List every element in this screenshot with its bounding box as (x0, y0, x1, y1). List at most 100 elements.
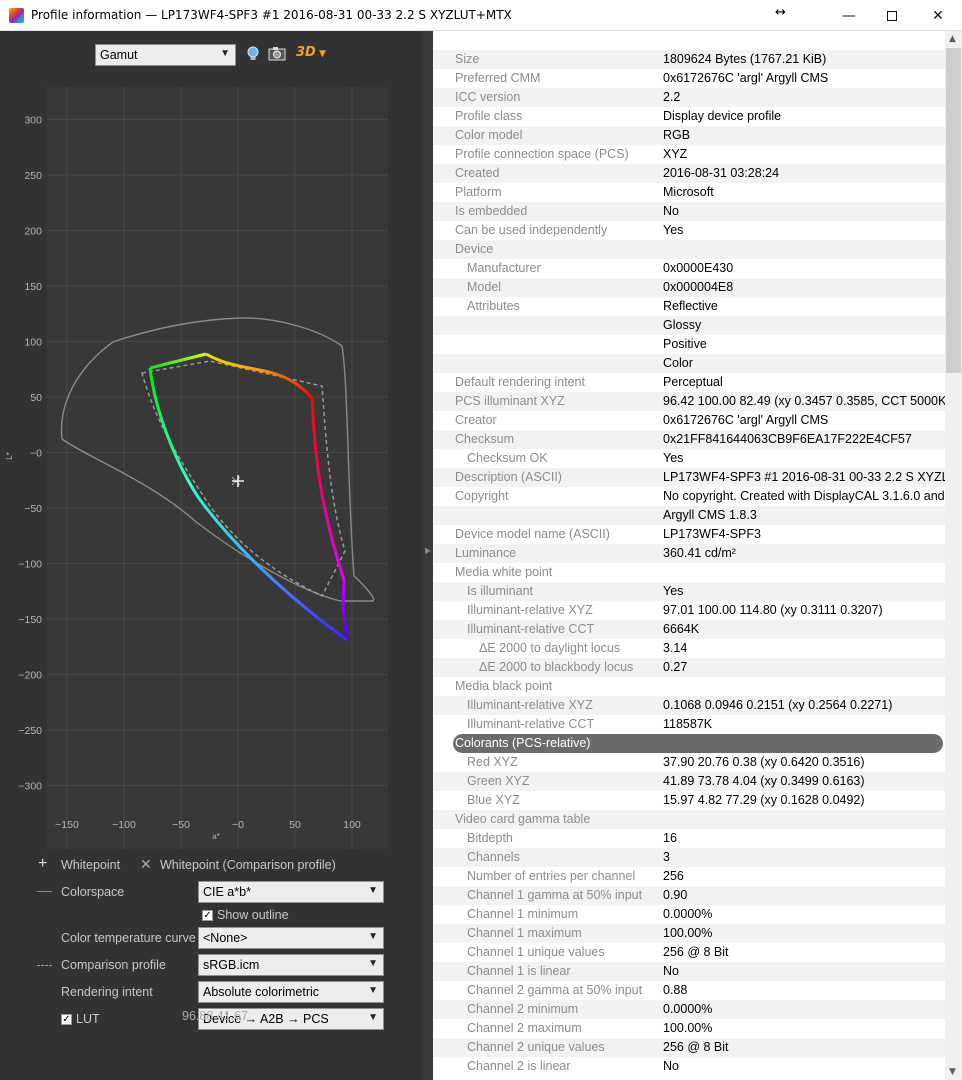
vertical-scrollbar[interactable]: ▲ ▼ (945, 31, 962, 1080)
info-key: Device model name (ASCII) (455, 527, 610, 541)
info-row: Illuminant-relative CCT 118587K (433, 715, 945, 734)
colorspace-label: Colorspace (61, 885, 125, 899)
info-row: Default rendering intent Perceptual (433, 373, 945, 392)
y-tick-label: 200 (24, 226, 42, 238)
info-key: Illuminant-relative CCT (467, 717, 595, 731)
chevron-down-icon: ▼ (368, 985, 378, 996)
maximize-button[interactable] (869, 0, 915, 31)
x-tick-label: −150 (55, 819, 79, 831)
panel-splitter[interactable]: ▶ (422, 31, 433, 1080)
info-row: Channel 2 minimum 0.0000% (433, 1000, 945, 1019)
info-key: Red XYZ (467, 755, 518, 769)
info-value: 0x21FF841644063CB9F6EA17F222E4CF57 (663, 432, 912, 446)
info-row: Is illuminant Yes (433, 582, 945, 601)
info-value: 0x6172676C 'argl' Argyll CMS (663, 413, 829, 427)
info-key: Channel 1 unique values (467, 945, 605, 959)
info-key: Luminance (455, 546, 517, 560)
info-row: Model 0x000004E8 (433, 278, 945, 297)
info-row: ICC version 2.2 (433, 88, 945, 107)
info-key: Is embedded (455, 204, 528, 218)
info-value: 0.0000% (663, 907, 713, 921)
colorspace-select[interactable]: CIE a*b* ▼ (198, 881, 384, 903)
info-key: Can be used independently (455, 223, 608, 237)
info-key: Manufacturer (467, 261, 541, 275)
info-row: Manufacturer 0x0000E430 (433, 259, 945, 278)
info-row: Channel 2 gamma at 50% input 0.88 (433, 981, 945, 1000)
info-value: 256 @ 8 Bit (663, 945, 729, 959)
info-value: 256 (663, 869, 684, 883)
info-value: XYZ (663, 147, 688, 161)
y-tick-label: −0 (30, 448, 42, 460)
info-row: ΔE 2000 to blackbody locus 0.27 (433, 658, 945, 677)
info-row: Can be used independently Yes (433, 221, 945, 240)
info-row: Media black point (433, 677, 945, 696)
info-row: Device (433, 240, 945, 259)
info-value: 0.1068 0.0946 0.2151 (xy 0.2564 0.2271) (663, 698, 893, 712)
y-tick-label: 100 (24, 337, 42, 349)
info-value: Yes (663, 584, 684, 598)
info-row: Channel 2 unique values 256 @ 8 Bit (433, 1038, 945, 1057)
whitepoint-marker (232, 475, 244, 487)
info-value: Display device profile (663, 109, 782, 123)
info-row: Profile class Display device profile (433, 107, 945, 126)
lut-checkbox[interactable]: ✓ (61, 1014, 72, 1025)
comparison-whitepoint-glyph: ✕ (140, 856, 152, 872)
info-row: Copyright No copyright. Created with Disp… (433, 487, 945, 506)
info-row: Color model RGB (433, 126, 945, 145)
comparison-whitepoint-legend: Whitepoint (Comparison profile) (160, 858, 336, 872)
close-button[interactable]: ✕ (915, 0, 961, 31)
info-key: Video card gamma table (455, 812, 591, 826)
chevron-down-icon: ▼ (368, 931, 378, 942)
comparison-select[interactable]: sRGB.icm ▼ (198, 954, 384, 976)
info-value: 3.14 (663, 641, 688, 655)
info-value: 2.2 (663, 90, 681, 104)
info-value: Yes (663, 451, 684, 465)
info-key: Illuminant-relative XYZ (467, 698, 593, 712)
scroll-down-icon[interactable]: ▼ (949, 1067, 956, 1077)
info-row: Media white point (433, 563, 945, 582)
color-temp-label: Color temperature curve (61, 931, 196, 945)
info-value: 256 @ 8 Bit (663, 1040, 729, 1054)
info-key: Green XYZ (467, 774, 530, 788)
info-value: 360.41 cd/m² (663, 546, 736, 560)
info-value: No (663, 204, 679, 218)
resize-icon[interactable]: ↔ (775, 5, 786, 20)
info-value: No copyright. Created with DisplayCAL 3.… (663, 489, 945, 503)
info-key: Media white point (455, 565, 553, 579)
info-row: Description (ASCII) LP173WF4-SPF3 #1 2016… (433, 468, 945, 487)
info-value: 0.27 (663, 660, 688, 674)
comparison-line-sample (37, 965, 52, 966)
info-row: Channel 1 maximum 100.00% (433, 924, 945, 943)
info-key: Platform (455, 185, 502, 199)
info-value: 15.97 4.82 77.29 (xy 0.1628 0.0492) (663, 793, 865, 807)
info-value: RGB (663, 128, 691, 142)
gamut-green-blue-edge (148, 367, 348, 642)
comparison-gamut-curve (141, 360, 346, 597)
info-key: PCS illuminant XYZ (455, 394, 565, 408)
info-row: Red XYZ 37.90 20.76 0.38 (xy 0.6420 0.351… (433, 753, 945, 772)
scrollbar-thumb[interactable] (946, 48, 961, 373)
info-key: Checksum (455, 432, 515, 446)
show-outline-checkbox[interactable]: ✓ (202, 910, 213, 921)
info-row: Channel 1 unique values 256 @ 8 Bit (433, 943, 945, 962)
info-key: Channel 2 maximum (467, 1021, 582, 1035)
scroll-up-icon[interactable]: ▲ (949, 34, 956, 44)
color-temp-select[interactable]: <None> ▼ (198, 927, 384, 949)
minimize-button[interactable]: — (826, 0, 872, 31)
info-key: Bitdepth (467, 831, 513, 845)
info-key: Colorants (PCS-relative) (455, 736, 591, 750)
info-value: 3 (663, 850, 670, 864)
info-key: Channel 2 is linear (467, 1059, 571, 1073)
info-key: Device (455, 242, 494, 256)
show-outline-label: Show outline (217, 908, 289, 922)
rendering-select[interactable]: Absolute colorimetric ▼ (198, 981, 384, 1003)
info-value: Glossy (663, 318, 702, 332)
y-tick-label: −50 (24, 503, 42, 515)
x-tick-label: 50 (289, 819, 301, 831)
info-key: Description (ASCII) (455, 470, 562, 484)
info-key: Channel 2 gamma at 50% input (467, 983, 643, 997)
info-key: Copyright (455, 489, 509, 503)
rendering-label: Rendering intent (61, 985, 153, 999)
info-key: Channels (467, 850, 520, 864)
info-key: Illuminant-relative CCT (467, 622, 595, 636)
